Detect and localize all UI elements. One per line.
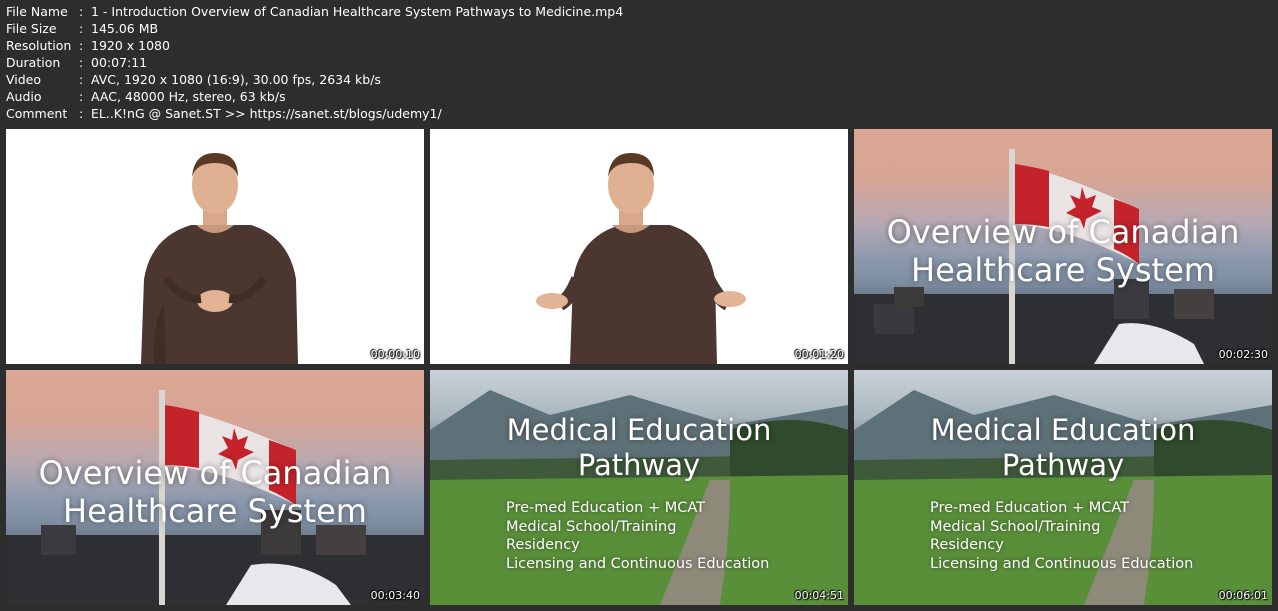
thumbnail-timestamp: 00:00:10 [370,348,420,361]
slide-bullet: Licensing and Continuous Education [506,555,770,572]
slide-bullet: Residency [506,537,580,553]
metadata-separator: : [79,55,84,70]
thumbnail-presenter-2[interactable]: 00:01:20 [430,129,848,364]
metadata-value: EL..K!nG @ Sanet.ST >> https://sanet.st/… [91,106,442,121]
thumbnail-grid: 00:00:10 00:01:20 Overview of Canadian H… [6,129,1272,605]
slide-bullet: Residency [930,537,1004,553]
metadata-value: 1 - Introduction Overview of Canadian He… [91,4,624,19]
thumbnail-timestamp: 00:02:30 [1218,348,1268,361]
slide-bullet: Medical School/Training [930,518,1101,535]
metadata-row-file-name: File Name : 1 - Introduction Overview of… [6,3,623,20]
metadata-value: AVC, 1920 x 1080 (16:9), 30.00 fps, 2634… [91,72,381,87]
metadata-value: 00:07:11 [91,55,148,70]
thumbnail-timestamp: 00:01:20 [794,348,844,361]
slide-bullet: Pre-med Education + MCAT [930,500,1129,516]
metadata-value: AAC, 48000 Hz, stereo, 63 kb/s [91,89,286,104]
metadata-key: Resolution [6,38,72,53]
thumbnail-slide-pathway-2[interactable]: Medical Education Pathway Pre-med Educat… [854,370,1272,605]
metadata-separator: : [79,89,84,104]
metadata-separator: : [79,72,84,87]
metadata-row-resolution: Resolution : 1920 x 1080 [6,37,623,54]
metadata-separator: : [79,38,84,53]
slide-bullet: Pre-med Education + MCAT [506,500,705,516]
slide-bullet: Medical School/Training [506,518,677,535]
metadata-row-file-size: File Size : 145.06 MB [6,20,623,37]
slide-bullet: Licensing and Continuous Education [930,555,1194,572]
metadata-value: 1920 x 1080 [91,38,170,53]
thumbnail-presenter-1[interactable]: 00:00:10 [6,129,424,364]
slide-title: Medical Education Pathway [930,413,1196,482]
thumbnail-timestamp: 00:04:51 [794,589,844,602]
metadata-key: File Name [6,4,68,19]
metadata-key: Audio [6,89,42,104]
metadata-row-audio: Audio : AAC, 48000 Hz, stereo, 63 kb/s [6,88,623,105]
metadata-separator: : [79,106,84,121]
thumbnail-slide-overview-2[interactable]: Overview of Canadian Healthcare System 0… [6,370,424,605]
metadata-key: Comment [6,106,68,121]
thumbnail-slide-pathway-1[interactable]: Medical Education Pathway Pre-med Educat… [430,370,848,605]
presenter-figure [536,153,746,364]
metadata-row-comment: Comment : EL..K!nG @ Sanet.ST >> https:/… [6,105,623,122]
metadata-row-video: Video : AVC, 1920 x 1080 (16:9), 30.00 f… [6,71,623,88]
metadata-value: 145.06 MB [91,21,159,36]
metadata-key: File Size [6,21,57,36]
slide-title: Overview of Canadian Healthcare System [38,454,392,530]
slide-title: Medical Education Pathway [506,413,772,482]
slide-bullet-list: Pre-med Education + MCAT Medical School/… [506,499,769,573]
thumbnail-slide-overview-1[interactable]: Overview of Canadian Healthcare System 0… [854,129,1272,364]
presenter-figure [141,153,298,364]
file-metadata: File Name : 1 - Introduction Overview of… [6,3,623,122]
metadata-row-duration: Duration : 00:07:11 [6,54,623,71]
metadata-separator: : [79,21,84,36]
slide-title: Overview of Canadian Healthcare System [886,213,1240,289]
thumbnail-timestamp: 00:03:40 [370,589,420,602]
metadata-key: Video [6,72,42,87]
metadata-separator: : [79,4,84,19]
thumbnail-timestamp: 00:06:01 [1218,589,1268,602]
slide-bullet-list: Pre-med Education + MCAT Medical School/… [930,499,1193,573]
metadata-key: Duration [6,55,61,70]
